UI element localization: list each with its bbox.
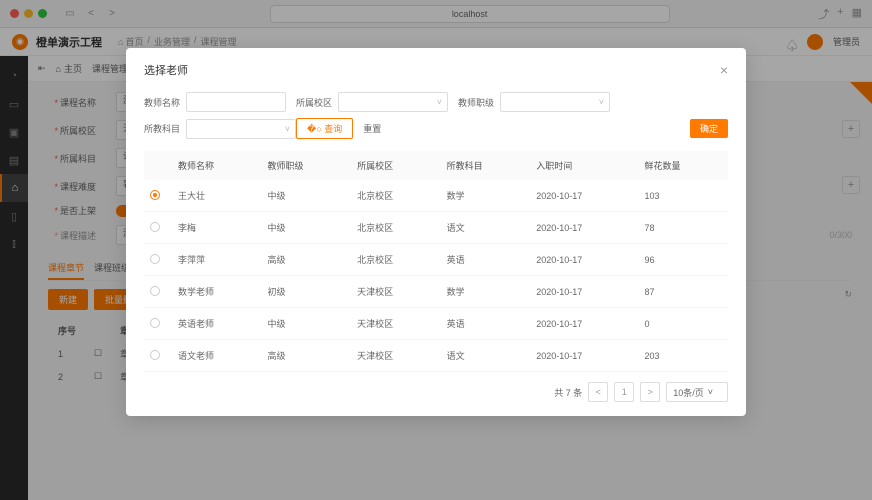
table-row[interactable]: 王大壮 中级 北京校区 数学 2020-10-17 103 xyxy=(144,180,728,212)
cell-subject: 数学 xyxy=(441,180,531,212)
col-flowers: 鲜花数量 xyxy=(638,151,728,180)
cell-subject: 英语 xyxy=(441,308,531,340)
col-level: 教师职级 xyxy=(262,151,352,180)
chevron-down-icon: ˅ xyxy=(599,97,604,107)
cell-campus: 天津校区 xyxy=(351,276,441,308)
table-row[interactable]: 英语老师 中级 天津校区 英语 2020-10-17 0 xyxy=(144,308,728,340)
cell-date: 2020-10-17 xyxy=(530,244,638,276)
pager-prev[interactable]: < xyxy=(588,382,608,402)
cell-name: 王大壮 xyxy=(172,180,262,212)
cell-level: 高级 xyxy=(262,340,352,372)
teacher-select-modal: 选择老师 × 教师名称 所属校区 ˅ 教师职级 ˅ 所教科目 ˅ �○ 查询 重… xyxy=(126,48,746,416)
cell-campus: 天津校区 xyxy=(351,308,441,340)
filter-name-label: 教师名称 xyxy=(144,96,180,109)
modal-title: 选择老师 xyxy=(144,62,188,78)
pager-next[interactable]: > xyxy=(640,382,660,402)
cell-flowers: 78 xyxy=(638,212,728,244)
teacher-table: 教师名称 教师职级 所属校区 所教科目 入职时间 鲜花数量 王大壮 中级 北京校… xyxy=(144,151,728,372)
cell-name: 语文老师 xyxy=(172,340,262,372)
pagination: 共 7 条 < 1 > 10条/页 ˅ xyxy=(144,382,728,402)
filter-level-label: 教师职级 xyxy=(458,96,494,109)
reset-button[interactable]: 重置 xyxy=(353,119,391,138)
pager-total: 共 7 条 xyxy=(554,386,582,399)
search-button[interactable]: �○ 查询 xyxy=(296,118,353,139)
filter-campus-label: 所属校区 xyxy=(296,96,332,109)
cell-campus: 北京校区 xyxy=(351,244,441,276)
cell-flowers: 0 xyxy=(638,308,728,340)
cell-date: 2020-10-17 xyxy=(530,276,638,308)
cell-level: 中级 xyxy=(262,212,352,244)
filter-subject-label: 所教科目 xyxy=(144,122,180,135)
radio-input[interactable] xyxy=(150,254,160,264)
cell-name: 英语老师 xyxy=(172,308,262,340)
cell-date: 2020-10-17 xyxy=(530,308,638,340)
cell-flowers: 87 xyxy=(638,276,728,308)
radio-input[interactable] xyxy=(150,286,160,296)
pager-size-select[interactable]: 10条/页 ˅ xyxy=(666,382,728,402)
filter-name-input[interactable] xyxy=(186,92,286,112)
cell-level: 中级 xyxy=(262,308,352,340)
table-row[interactable]: 语文老师 高级 天津校区 语文 2020-10-17 203 xyxy=(144,340,728,372)
chevron-down-icon: ˅ xyxy=(285,124,290,134)
cell-name: 李萍萍 xyxy=(172,244,262,276)
cell-level: 初级 xyxy=(262,276,352,308)
cell-name: 数学老师 xyxy=(172,276,262,308)
cell-campus: 北京校区 xyxy=(351,212,441,244)
cell-date: 2020-10-17 xyxy=(530,180,638,212)
table-row[interactable]: 李梅 中级 北京校区 语文 2020-10-17 78 xyxy=(144,212,728,244)
pager-page[interactable]: 1 xyxy=(614,382,634,402)
col-name: 教师名称 xyxy=(172,151,262,180)
cell-flowers: 103 xyxy=(638,180,728,212)
chevron-down-icon: ˅ xyxy=(437,97,442,107)
cell-campus: 北京校区 xyxy=(351,180,441,212)
cell-date: 2020-10-17 xyxy=(530,212,638,244)
radio-input[interactable] xyxy=(150,222,160,232)
filter-subject-select[interactable]: ˅ xyxy=(186,119,296,139)
radio-input[interactable] xyxy=(150,318,160,328)
cell-name: 李梅 xyxy=(172,212,262,244)
table-row[interactable]: 李萍萍 高级 北京校区 英语 2020-10-17 96 xyxy=(144,244,728,276)
filter-level-select[interactable]: ˅ xyxy=(500,92,610,112)
cell-level: 高级 xyxy=(262,244,352,276)
chevron-down-icon: ˅ xyxy=(708,387,713,397)
modal-overlay[interactable]: 选择老师 × 教师名称 所属校区 ˅ 教师职级 ˅ 所教科目 ˅ �○ 查询 重… xyxy=(0,0,872,500)
cell-subject: 语文 xyxy=(441,212,531,244)
cell-flowers: 96 xyxy=(638,244,728,276)
cell-subject: 英语 xyxy=(441,244,531,276)
table-row[interactable]: 数学老师 初级 天津校区 数学 2020-10-17 87 xyxy=(144,276,728,308)
cell-subject: 数学 xyxy=(441,276,531,308)
col-date: 入职时间 xyxy=(530,151,638,180)
radio-input[interactable] xyxy=(150,190,160,200)
col-campus: 所属校区 xyxy=(351,151,441,180)
close-icon[interactable]: × xyxy=(720,62,728,78)
cell-date: 2020-10-17 xyxy=(530,340,638,372)
cell-level: 中级 xyxy=(262,180,352,212)
cell-subject: 语文 xyxy=(441,340,531,372)
col-subject: 所教科目 xyxy=(441,151,531,180)
radio-input[interactable] xyxy=(150,350,160,360)
filter-campus-select[interactable]: ˅ xyxy=(338,92,448,112)
cell-campus: 天津校区 xyxy=(351,340,441,372)
confirm-button[interactable]: 确定 xyxy=(690,119,728,138)
cell-flowers: 203 xyxy=(638,340,728,372)
